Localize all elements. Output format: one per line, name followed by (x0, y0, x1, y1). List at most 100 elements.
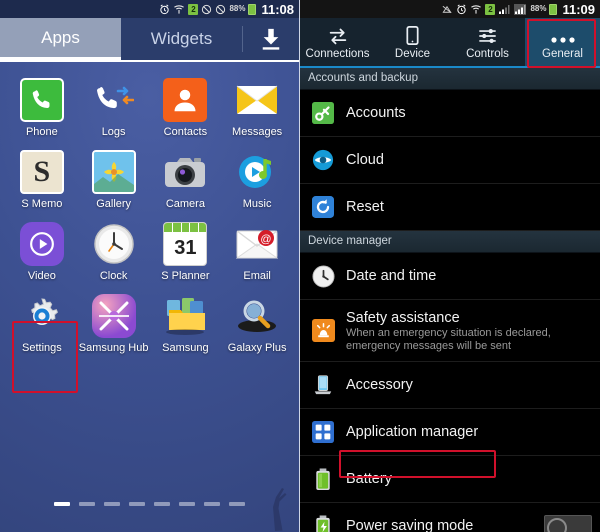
settings-row-cloud[interactable]: Cloud (300, 137, 600, 184)
page-dot[interactable] (154, 502, 170, 506)
messages-icon (235, 78, 279, 122)
alarm-icon (159, 3, 170, 16)
settings-row-power-saving-mode[interactable]: Power saving mode (300, 503, 600, 532)
tab-widgets[interactable]: Widgets (121, 18, 242, 60)
app-label: Settings (22, 342, 62, 354)
battery-percent-right: 88% (530, 4, 547, 13)
clock-time-left: 11:08 (261, 1, 294, 17)
tab-connections[interactable]: Connections (300, 18, 375, 66)
mute-icon (201, 3, 212, 16)
battery-icon (549, 3, 558, 15)
tab-general[interactable]: General (525, 18, 600, 66)
page-indicator (0, 502, 299, 506)
app-item-phone[interactable]: Phone (6, 78, 78, 138)
tab-general-label: General (542, 47, 583, 60)
power-saving-icon (310, 513, 336, 532)
download-button[interactable] (243, 18, 299, 60)
settings-screen: 2 88% 11:09 Connections Device Controls … (300, 0, 600, 532)
app-label: S Planner (161, 270, 210, 282)
app-item-messages[interactable]: Messages (221, 78, 293, 138)
app-item-contacts[interactable]: Contacts (150, 78, 222, 138)
video-icon (19, 222, 64, 266)
app-grid: Phone Logs Contacts Messages S S Memo Ga… (0, 64, 299, 354)
app-label: Gallery (96, 198, 132, 210)
app-label: Messages (232, 126, 283, 138)
settings-row-label: Power saving mode (346, 518, 474, 532)
wifi-icon (470, 3, 482, 16)
power-saving-toggle[interactable] (544, 515, 592, 532)
calendar-day-number: 31 (174, 237, 197, 259)
battery-icon (248, 3, 257, 15)
tab-widgets-label: Widgets (150, 29, 213, 48)
settings-row-accessory[interactable]: Accessory (300, 362, 600, 409)
music-icon (235, 150, 279, 194)
battery-percent-left: 88% (229, 4, 246, 13)
wifi-icon (173, 3, 185, 16)
page-dot[interactable] (179, 502, 195, 506)
app-label: Clock (99, 270, 128, 282)
settings-row-label: Reset (346, 199, 384, 215)
settings-row-label: Accessory (346, 377, 413, 393)
app-item-clock[interactable]: Clock (78, 222, 150, 282)
settings-row-date-and-time[interactable]: Date and time (300, 253, 600, 300)
block-icon (215, 3, 226, 16)
app-label: Video (27, 270, 56, 282)
app-item-gallery[interactable]: Gallery (78, 150, 150, 210)
app-item-music[interactable]: Music (221, 150, 293, 210)
device-phone-icon (406, 25, 419, 45)
app-label: Samsung (162, 342, 209, 354)
tab-connections-label: Connections (305, 47, 370, 60)
page-dot[interactable] (79, 502, 95, 506)
status-bar-right: 2 88% 11:09 (300, 0, 600, 18)
camera-icon (163, 150, 207, 194)
settings-row-application-manager[interactable]: Application manager (300, 409, 600, 456)
settings-row-accounts[interactable]: Accounts (300, 90, 600, 137)
settings-tabbar: Connections Device Controls General (300, 18, 600, 68)
apps-drawer-screen: 2 88% 11:08 Apps Widgets Phone Logs Cont… (0, 0, 300, 532)
email-icon: @ (235, 222, 279, 266)
page-dot[interactable] (129, 502, 145, 506)
connections-arrows-icon (328, 25, 348, 45)
download-icon (262, 28, 280, 50)
signal2-icon (513, 3, 527, 16)
settings-row-label: Application manager (346, 424, 479, 440)
sim-count-badge: 2 (188, 3, 199, 15)
app-item-logs[interactable]: Logs (78, 78, 150, 138)
samsung-hub-icon (91, 294, 136, 338)
app-item-galaxy-plus[interactable]: Galaxy Plus (221, 294, 293, 354)
s-memo-icon: S (19, 150, 64, 194)
page-dot[interactable] (229, 502, 245, 506)
settings-row-battery[interactable]: Battery (300, 456, 600, 503)
app-label: Email (243, 270, 271, 282)
app-label: S Memo (21, 198, 63, 210)
settings-row-label: Battery (346, 471, 392, 487)
app-label: Contacts (163, 126, 208, 138)
cloud-eye-icon (310, 147, 336, 173)
settings-gear-icon (20, 294, 64, 338)
clock-time-right: 11:09 (562, 1, 595, 17)
app-item-samsung-hub[interactable]: Samsung Hub (78, 294, 150, 354)
settings-row-safety-assistance[interactable]: Safety assistance When an emergency situ… (300, 300, 600, 362)
page-dot[interactable] (204, 502, 220, 506)
contacts-icon (163, 78, 208, 122)
tab-controls[interactable]: Controls (450, 18, 525, 66)
app-item-s-planner[interactable]: 31 S Planner (150, 222, 222, 282)
page-dot[interactable] (104, 502, 120, 506)
app-item-settings[interactable]: Settings (6, 294, 78, 354)
settings-row-label: Safety assistance (346, 309, 460, 326)
page-dot[interactable] (54, 502, 70, 506)
settings-row-subtitle: When an emergency situation is declared,… (346, 326, 551, 352)
battery-icon (310, 466, 336, 492)
tab-device-label: Device (394, 47, 431, 60)
settings-row-reset[interactable]: Reset (300, 184, 600, 231)
app-item-camera[interactable]: Camera (150, 150, 222, 210)
gallery-icon (91, 150, 136, 194)
app-item-email[interactable]: @ Email (221, 222, 293, 282)
app-item-samsung-folder[interactable]: Samsung (150, 294, 222, 354)
app-item-video[interactable]: Video (6, 222, 78, 282)
tab-apps[interactable]: Apps (0, 18, 121, 60)
app-label: Galaxy Plus (227, 342, 287, 354)
app-item-s-memo[interactable]: S S Memo (6, 150, 78, 210)
settings-row-label: Accounts (346, 105, 406, 121)
tab-device[interactable]: Device (375, 18, 450, 66)
